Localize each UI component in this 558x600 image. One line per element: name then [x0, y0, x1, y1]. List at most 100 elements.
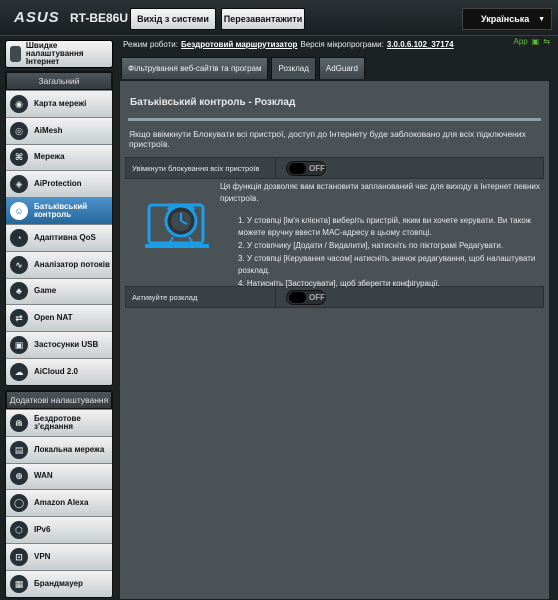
model-name: RT-BE86U — [70, 11, 129, 25]
sidebar-item-ipv6[interactable]: ⬡ IPv6 — [6, 516, 112, 543]
wireless-icon: ⋒ — [10, 413, 28, 432]
sidebar-item-wan[interactable]: ⊕ WAN — [6, 462, 112, 490]
sidebar-item-aimesh[interactable]: ◎ AiMesh — [6, 116, 112, 144]
mode-value-link[interactable]: Бездротовий маршрутизатор — [181, 40, 297, 49]
sidebar-item-alexa[interactable]: ◯ Amazon Alexa — [6, 489, 112, 517]
traffic-icon: ∿ — [10, 255, 28, 274]
sidebar-item-nat[interactable]: ⇄ Open NAT — [6, 304, 112, 332]
schedule-panel: Батьківський контроль - Розклад Якщо вві… — [119, 80, 550, 600]
aimesh-icon: ◎ — [10, 121, 28, 140]
sidebar-item-label: Open NAT — [34, 313, 73, 323]
quick-setup-label: Швидке налаштування Інтернет — [25, 41, 84, 66]
step-4: 4. Натисніть [Застосувати], щоб зберегти… — [238, 279, 440, 288]
activate-schedule-toggle[interactable]: OFF — [286, 289, 326, 305]
network-icon: ⌘ — [10, 148, 28, 167]
shield-icon: ◈ — [10, 175, 28, 194]
tab-web-filter[interactable]: Фільтрування веб-сайтів та програм — [121, 57, 269, 79]
sidebar-item-traffic[interactable]: ∿ Аналізатор потоків — [6, 250, 112, 278]
alarm-clock-icon — [145, 203, 209, 248]
description-intro: Ця функція дозволяє вам встановити запла… — [220, 182, 540, 203]
vpn-icon: ⊡ — [10, 547, 28, 566]
sidebar-item-label: Локальна мережа — [34, 444, 105, 454]
alexa-icon: ◯ — [10, 494, 28, 513]
sidebar-item-label: AiMesh — [34, 125, 63, 135]
reboot-button[interactable]: Перезавантажити — [221, 8, 305, 30]
title-divider — [128, 118, 541, 121]
sidebar-item-label: Amazon Alexa — [34, 498, 89, 508]
step-1: 1. У стовпці [Ім'я клієнта] виберіть при… — [238, 216, 531, 237]
usb-icon: ▣ — [10, 336, 28, 355]
lan-icon: ▤ — [10, 440, 28, 459]
toggle-knob — [289, 291, 306, 303]
logout-button[interactable]: Вихід з системи — [130, 8, 216, 30]
general-menu: Загальний ◉ Карта мережі ◎ AiMesh ⌘ Мережа ◈ Ai… — [5, 71, 113, 386]
sidebar-item-label: Бездротове з'єднання — [34, 413, 81, 431]
advanced-group-title: Додаткові налаштування — [6, 391, 112, 409]
app-label[interactable]: App — [514, 37, 528, 46]
mode-label: Режим роботи: — [123, 39, 178, 49]
instruction-steps: 1. У стовпці [Ім'я клієнта] виберіть при… — [238, 215, 540, 290]
ipv6-icon: ⬡ — [10, 521, 28, 540]
app-icon[interactable]: ▣ — [532, 37, 540, 46]
toggle-state: OFF — [309, 163, 325, 173]
qos-icon: ◔ — [10, 228, 28, 247]
cloud-icon: ☁ — [10, 362, 28, 381]
sidebar-item-network[interactable]: ⌘ Мережа — [6, 143, 112, 171]
toggle-state: OFF — [309, 292, 325, 302]
firmware-value-link[interactable]: 3.0.0.6.102_37174 — [387, 40, 454, 49]
block-all-label: Увімкнути блокування всіх пристроїв — [126, 158, 276, 178]
wan-icon: ⊕ — [10, 467, 28, 486]
sidebar: Швидке налаштування Інтернет Загальний ◉… — [5, 36, 113, 600]
sidebar-item-label: Брандмауер — [34, 578, 83, 588]
description-block: Ця функція дозволяє вам встановити запла… — [125, 179, 544, 288]
sidebar-item-wireless[interactable]: ⋒ Бездротове з'єднання — [6, 409, 112, 436]
page-title: Батьківський контроль - Розклад — [130, 97, 296, 108]
status-info-bar: Режим роботи: Бездротовий маршрутизатор … — [123, 36, 553, 52]
firewall-icon: ▦ — [10, 574, 28, 593]
quick-setup-button[interactable]: Швидке налаштування Інтернет — [5, 40, 113, 68]
sidebar-item-label: VPN — [34, 551, 51, 561]
sidebar-item-label: Game — [34, 286, 57, 296]
sidebar-item-label: Карта мережі — [34, 98, 87, 108]
quick-setup-icon — [10, 46, 21, 62]
nat-icon: ⇄ — [10, 309, 28, 328]
sidebar-item-firewall[interactable]: ▦ Брандмауер — [6, 569, 112, 597]
tab-bar: Фільтрування веб-сайтів та програм Розкл… — [121, 57, 365, 79]
step-3: 3. У стовпці [Керування часом] натисніть… — [238, 254, 536, 275]
sidebar-item-parental[interactable]: ☺ Батьківський контроль — [6, 197, 112, 224]
usb-status-icon[interactable]: ⇆ — [543, 37, 550, 46]
general-group-title: Загальний — [6, 72, 112, 90]
sidebar-item-network-map[interactable]: ◉ Карта мережі — [6, 90, 112, 117]
sidebar-item-game[interactable]: ♣ Game — [6, 277, 112, 305]
sidebar-item-label: Адаптивна QoS — [34, 232, 96, 242]
block-all-toggle[interactable]: OFF — [286, 160, 326, 176]
sidebar-item-shield[interactable]: ◈ AiProtection — [6, 170, 112, 198]
language-value: Українська — [481, 14, 530, 24]
sidebar-item-qos[interactable]: ◔ Адаптивна QoS — [6, 223, 112, 251]
top-bar: ASUS RT-BE86U Вихід з системи Перезавант… — [0, 0, 558, 36]
sidebar-item-label: Батьківський контроль — [34, 202, 88, 220]
network-map-icon: ◉ — [10, 94, 28, 113]
sidebar-item-label: WAN — [34, 471, 53, 481]
advanced-menu: Додаткові налаштування ⋒ Бездротове з'єдн… — [5, 390, 113, 598]
sidebar-item-label: Аналізатор потоків — [34, 259, 110, 269]
sidebar-item-label: AiProtection — [34, 179, 82, 189]
game-icon: ♣ — [10, 282, 28, 301]
description-text: Ця функція дозволяє вам встановити запла… — [220, 181, 540, 291]
sidebar-item-usb[interactable]: ▣ Застосунки USB — [6, 331, 112, 358]
sidebar-item-vpn[interactable]: ⊡ VPN — [6, 542, 112, 570]
sidebar-item-label: Застосунки USB — [34, 340, 99, 350]
chevron-down-icon: ▼ — [538, 15, 545, 23]
block-all-row: Увімкнути блокування всіх пристроїв OFF — [125, 157, 544, 179]
toggle-knob — [289, 162, 306, 174]
tab-adguard[interactable]: AdGuard — [318, 57, 365, 79]
language-select[interactable]: Українська ▼ — [462, 8, 552, 30]
sidebar-item-cloud[interactable]: ☁ AiCloud 2.0 — [6, 357, 112, 385]
parental-icon: ☺ — [10, 202, 28, 221]
sidebar-item-lan[interactable]: ▤ Локальна мережа — [6, 435, 112, 463]
sidebar-item-label: Мережа — [34, 152, 65, 162]
sidebar-item-label: IPv6 — [34, 525, 51, 535]
step-2: 2. У стовпчику [Додати / Видалити], нати… — [238, 241, 504, 250]
sidebar-item-label: AiCloud 2.0 — [34, 366, 79, 376]
tab-schedule[interactable]: Розклад — [271, 57, 316, 79]
